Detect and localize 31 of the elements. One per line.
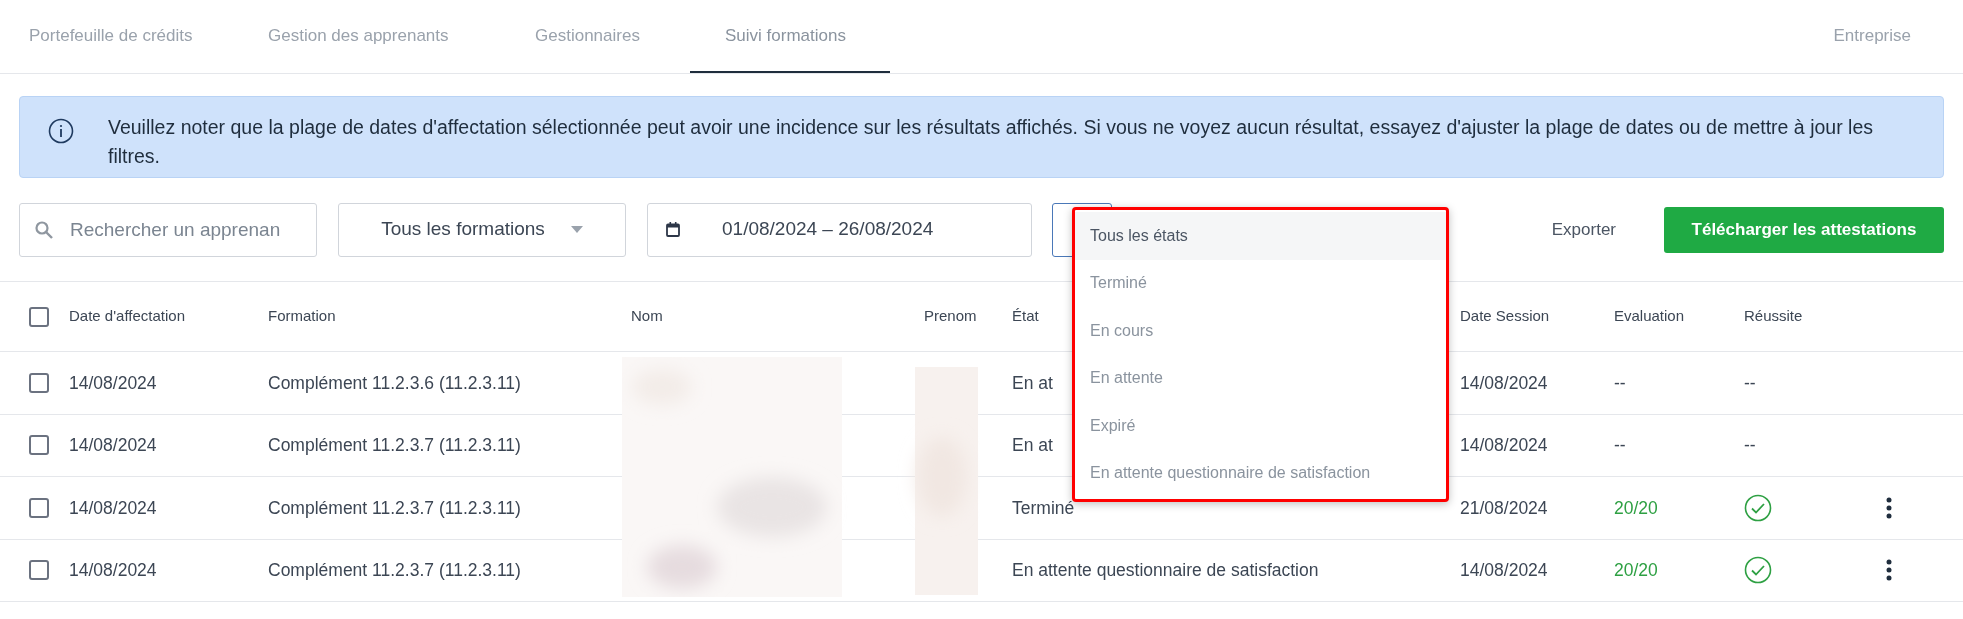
table-cell: Terminé: [1012, 497, 1075, 518]
column-header: État: [1012, 307, 1039, 325]
table-cell: 14/08/2024: [1460, 372, 1548, 393]
table-cell: --: [1744, 372, 1756, 393]
table-cell: Complément 11.2.3.7 (11.2.3.11): [268, 560, 521, 581]
table-cell: 21/08/2024: [1460, 497, 1548, 518]
column-header: Nom: [631, 307, 663, 325]
table-cell: 14/08/2024: [69, 560, 157, 581]
column-header: Date Session: [1460, 307, 1550, 325]
table-cell: 14/08/2024: [69, 435, 157, 456]
table-cell: Complément 11.2.3.7 (11.2.3.11): [268, 497, 521, 518]
column-header: Evaluation: [1614, 307, 1685, 325]
table-cell: 14/08/2024: [69, 497, 157, 518]
table-cell: 14/08/2024: [1460, 560, 1548, 581]
table-cell: En at: [1012, 435, 1053, 456]
column-header: Formation: [268, 307, 336, 325]
column-header: Réussite: [1744, 307, 1803, 325]
table-cell: En at: [1012, 372, 1053, 393]
table-cell: En attente questionnaire de satisfaction: [1012, 560, 1319, 581]
table-cell: Complément 11.2.3.6 (11.2.3.11): [268, 372, 521, 393]
table-cell: --: [1614, 435, 1626, 456]
column-header: Date d'affectation: [69, 307, 185, 325]
table-cell: Complément 11.2.3.7 (11.2.3.11): [268, 435, 521, 456]
notice-text: Veuillez noter que la plage de dates d'affectation sélectionnée peut avoir une incidence sur les résultats affichés. Si vous ne voyez aucun résultat, essayez d'ajuster la plage de dates ou de mettre à jour les filtres.: [108, 115, 1874, 169]
table-cell: 20/20: [1614, 560, 1658, 581]
table-cell: 20/20: [1614, 497, 1658, 518]
table-cell: 14/08/2024: [69, 372, 157, 393]
table-cell: --: [1744, 435, 1756, 456]
column-header: Prenom: [924, 307, 977, 325]
table-cell: --: [1614, 372, 1626, 393]
table-cell: 14/08/2024: [1460, 435, 1548, 456]
